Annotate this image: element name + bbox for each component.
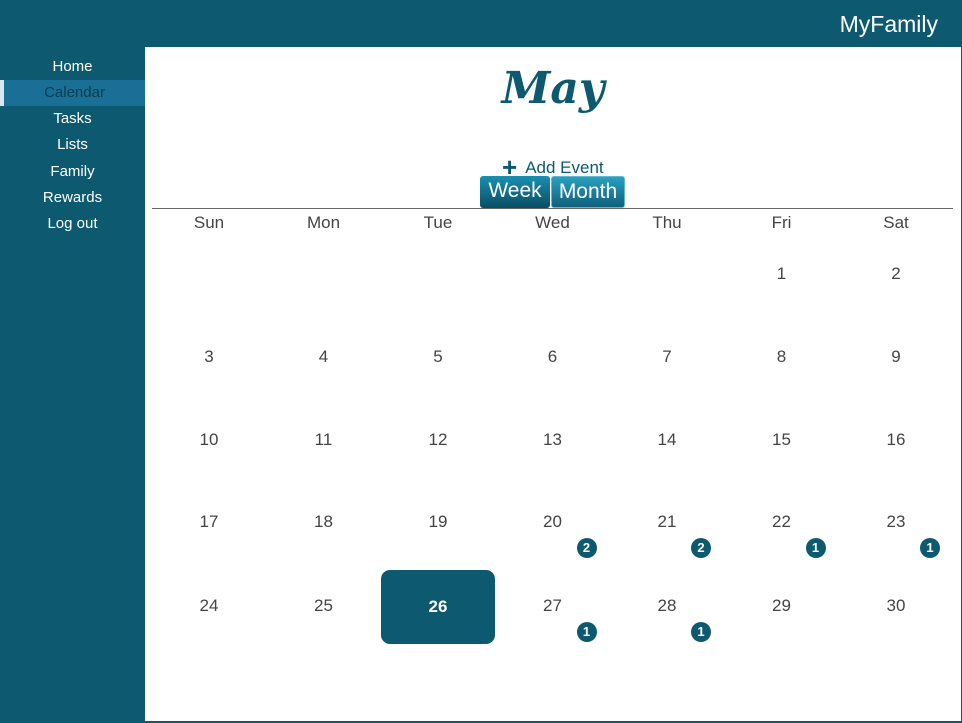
sidebar-item-lists[interactable]: Lists: [0, 132, 145, 158]
weekday-header: Sun: [193, 213, 225, 232]
sidebar-item-home[interactable]: Home: [0, 54, 145, 80]
calendar-day[interactable]: 16: [839, 430, 953, 450]
calendar-day[interactable]: 9: [839, 347, 953, 367]
add-event-label: Add Event: [525, 158, 604, 177]
calendar-day[interactable]: 4: [267, 347, 381, 367]
weekday-header: Tue: [423, 213, 453, 232]
calendar-day[interactable]: 28: [610, 596, 724, 616]
calendar-day[interactable]: 1: [725, 264, 839, 284]
calendar-day[interactable]: 23: [839, 512, 953, 532]
event-count-badge[interactable]: 1: [576, 622, 597, 642]
sidebar-item-logout[interactable]: Log out: [0, 211, 145, 237]
calendar-day[interactable]: 13: [496, 430, 610, 450]
calendar-day[interactable]: 8: [725, 347, 839, 367]
weekday-header: Fri: [771, 213, 792, 232]
calendar-day-today[interactable]: 26: [381, 570, 495, 644]
header-divider: [152, 208, 953, 209]
calendar-day[interactable]: 18: [267, 512, 381, 532]
sidebar-item-rewards[interactable]: Rewards: [0, 185, 145, 211]
calendar-day[interactable]: 30: [839, 596, 953, 616]
event-count-badge[interactable]: 1: [691, 622, 711, 642]
app-header: MyFamily: [0, 0, 962, 47]
calendar-day[interactable]: 21: [610, 512, 724, 532]
calendar-day[interactable]: 24: [152, 596, 266, 616]
event-count-badge[interactable]: 2: [691, 538, 711, 558]
calendar-day[interactable]: 14: [610, 430, 724, 450]
weekday-header: Sat: [883, 213, 909, 232]
weekday-header: Mon: [306, 213, 341, 232]
calendar-day[interactable]: 6: [496, 347, 610, 367]
sidebar-item-family[interactable]: Family: [0, 159, 145, 185]
week-view-button[interactable]: Week: [480, 176, 550, 208]
calendar-day[interactable]: 11: [267, 430, 381, 450]
calendar-day[interactable]: 10: [152, 430, 266, 450]
calendar-day[interactable]: 5: [381, 347, 495, 367]
calendar-day[interactable]: 20: [496, 512, 610, 532]
sidebar-item-tasks[interactable]: Tasks: [0, 106, 145, 132]
calendar-day[interactable]: 12: [381, 430, 495, 450]
brand-title[interactable]: MyFamily: [840, 11, 938, 38]
weekday-header: Thu: [652, 213, 682, 232]
month-view-button[interactable]: Month: [551, 176, 625, 208]
sidebar-item-calendar[interactable]: Calendar: [0, 80, 145, 106]
calendar-day[interactable]: 17: [152, 512, 266, 532]
event-count-badge[interactable]: 1: [920, 538, 940, 558]
event-count-badge[interactable]: 2: [576, 538, 597, 558]
calendar-day[interactable]: 15: [725, 430, 839, 450]
calendar-day[interactable]: 3: [152, 347, 266, 367]
calendar-day[interactable]: 2: [839, 264, 953, 284]
calendar-day[interactable]: 22: [725, 512, 839, 532]
calendar-day[interactable]: 25: [267, 596, 381, 616]
calendar-day[interactable]: 27: [496, 596, 610, 616]
calendar-day[interactable]: 29: [725, 596, 839, 616]
sidebar: Home Calendar Tasks Lists Family Rewards…: [0, 47, 145, 723]
weekday-header: Wed: [535, 213, 570, 232]
month-title: May: [501, 63, 605, 114]
calendar-panel: May + Add Event Week Month Sun Mon Tue Wed Th…: [145, 47, 961, 721]
event-count-badge[interactable]: 1: [805, 538, 826, 558]
calendar-day[interactable]: 7: [610, 347, 724, 367]
calendar-day[interactable]: 19: [381, 512, 495, 532]
